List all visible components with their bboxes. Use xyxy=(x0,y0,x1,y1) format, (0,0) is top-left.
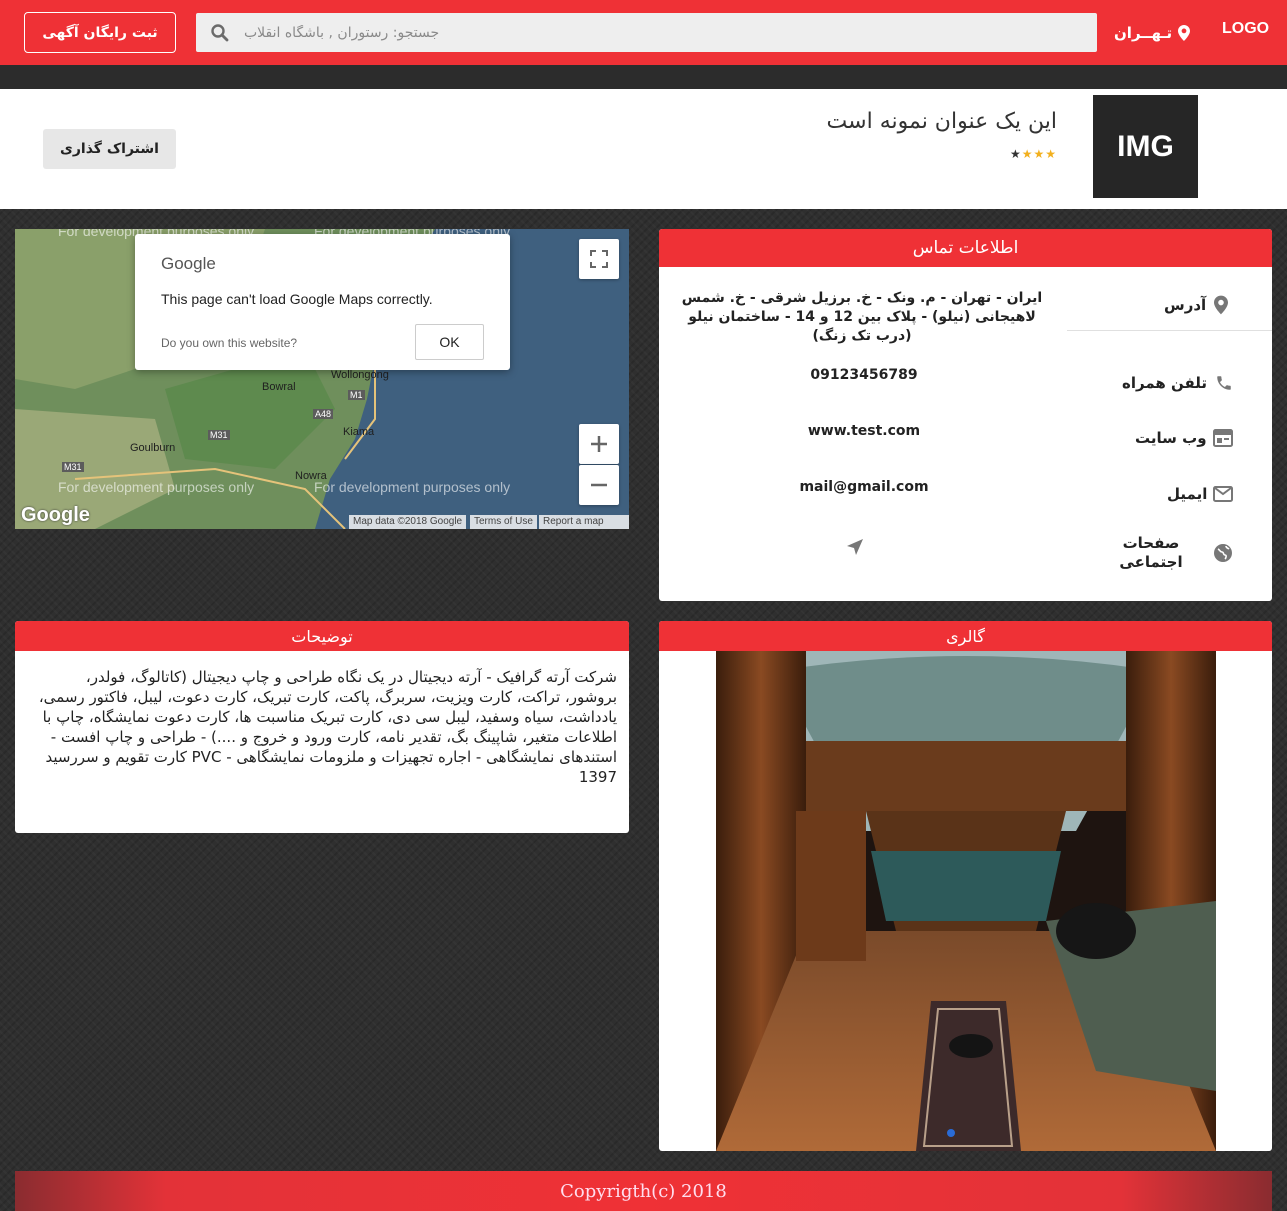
email-value[interactable]: mail@gmail.com xyxy=(769,479,959,495)
map-place-label: Bowral xyxy=(262,381,296,393)
gallery-card-header: گالری xyxy=(659,621,1272,651)
top-navbar: ثبت رایگان آگهی تـهــران LOGO xyxy=(0,0,1287,65)
website-label: وب سایت xyxy=(1135,429,1207,447)
address-divider xyxy=(1067,330,1272,331)
navigation-arrow-icon[interactable] xyxy=(846,538,864,556)
gallery-image[interactable] xyxy=(716,651,1216,1151)
address-label: آدرس xyxy=(1164,296,1207,314)
map-dev-watermark: For development purposes only xyxy=(314,479,511,495)
dialog-brand: Google xyxy=(161,254,216,273)
location-pin-icon xyxy=(1214,295,1229,315)
map-data-attribution: Map data ©2018 Google xyxy=(349,515,467,529)
dialog-ok-button[interactable]: OK xyxy=(415,324,484,360)
google-logo[interactable]: Google xyxy=(21,504,90,527)
email-label: ایمیل xyxy=(1167,485,1208,503)
social-row: صفحات اجتماعی xyxy=(1111,534,1233,572)
dialog-owner-link[interactable]: Do you own this website? xyxy=(161,336,297,350)
phone-icon xyxy=(1217,376,1231,390)
gallery-card: گالری xyxy=(659,621,1272,1151)
social-label: صفحات اجتماعی xyxy=(1119,534,1183,571)
share-button[interactable]: اشتراک گذاری xyxy=(43,129,176,169)
web-browser-icon xyxy=(1212,429,1233,447)
city-selector[interactable]: تـهــران xyxy=(1114,20,1191,46)
description-text: شرکت آرته گرافیک - آرته دیجیتال در یک نگ… xyxy=(38,668,617,786)
van-interior-photo xyxy=(716,651,1216,1151)
fullscreen-button[interactable] xyxy=(579,239,619,279)
address-value: ایران - تهران - م. ونک - خ. برزیل شرقی -… xyxy=(681,290,1043,344)
search-input[interactable] xyxy=(244,13,1085,52)
globe-icon xyxy=(1214,544,1232,562)
contact-card: اطلاعات تماس آدرس ایران - تهران - م. ونک… xyxy=(659,229,1272,601)
location-pin-icon xyxy=(1178,25,1191,41)
page-title: این یک عنوان نمونه است xyxy=(826,109,1057,134)
dialog-message: This page can't load Google Maps correct… xyxy=(161,291,433,307)
google-map[interactable]: For development purposes only For develo… xyxy=(15,229,629,529)
map-road-label: A48 xyxy=(313,409,334,419)
description-card-header: توضیحات xyxy=(15,621,629,651)
map-place-label: Wollongong xyxy=(331,369,389,381)
map-dev-watermark: For development purposes only xyxy=(58,479,255,495)
site-logo[interactable]: LOGO xyxy=(1222,20,1269,38)
search-icon[interactable] xyxy=(210,23,230,43)
minus-icon xyxy=(591,483,607,487)
map-road-label: M1 xyxy=(348,390,365,400)
rating-stars: ★★★★ xyxy=(1010,147,1057,161)
phone-label: تلفن همراه xyxy=(1122,374,1208,392)
contact-card-header: اطلاعات تماس xyxy=(659,229,1272,267)
map-terms-link[interactable]: Terms of Use xyxy=(470,515,537,529)
footer: Copyrigth(c) 2018 xyxy=(15,1171,1272,1211)
header-separator xyxy=(0,65,1287,89)
listing-header: IMG این یک عنوان نمونه است ★★★★ اشتراک گ… xyxy=(0,89,1287,209)
email-icon xyxy=(1213,486,1234,502)
address-row: آدرس xyxy=(1164,295,1229,315)
plus-icon xyxy=(591,436,607,452)
phone-row: تلفن همراه xyxy=(1122,374,1233,392)
map-place-label: Nowra xyxy=(295,470,327,482)
zoom-out-button[interactable] xyxy=(579,465,619,505)
register-ad-button[interactable]: ثبت رایگان آگهی xyxy=(24,12,176,53)
description-card: توضیحات شرکت آرته گرافیک - آرته دیجیتال … xyxy=(15,621,629,833)
map-place-label: Goulburn xyxy=(130,442,176,454)
map-report-link[interactable]: Report a map error xyxy=(539,515,629,529)
star-empty-icon: ★ xyxy=(1009,147,1022,161)
search-box[interactable] xyxy=(196,13,1097,52)
map-place-label: Kiama xyxy=(343,426,375,438)
city-label: تـهــران xyxy=(1114,24,1173,42)
map-error-dialog: Google This page can't load Google Maps … xyxy=(135,234,510,370)
map-road-label: M31 xyxy=(208,430,230,440)
star-full-icon: ★★★ xyxy=(1021,147,1057,161)
fullscreen-icon xyxy=(590,250,608,268)
email-row: ایمیل xyxy=(1167,485,1234,503)
copyright-text: Copyrigth(c) 2018 xyxy=(560,1180,727,1202)
zoom-in-button[interactable] xyxy=(579,424,619,464)
map-road-label: M31 xyxy=(62,462,84,472)
website-row: وب سایت xyxy=(1135,429,1233,447)
listing-thumbnail: IMG xyxy=(1093,95,1198,198)
website-value[interactable]: www.test.com xyxy=(769,423,959,439)
phone-value[interactable]: 09123456789 xyxy=(769,367,959,383)
